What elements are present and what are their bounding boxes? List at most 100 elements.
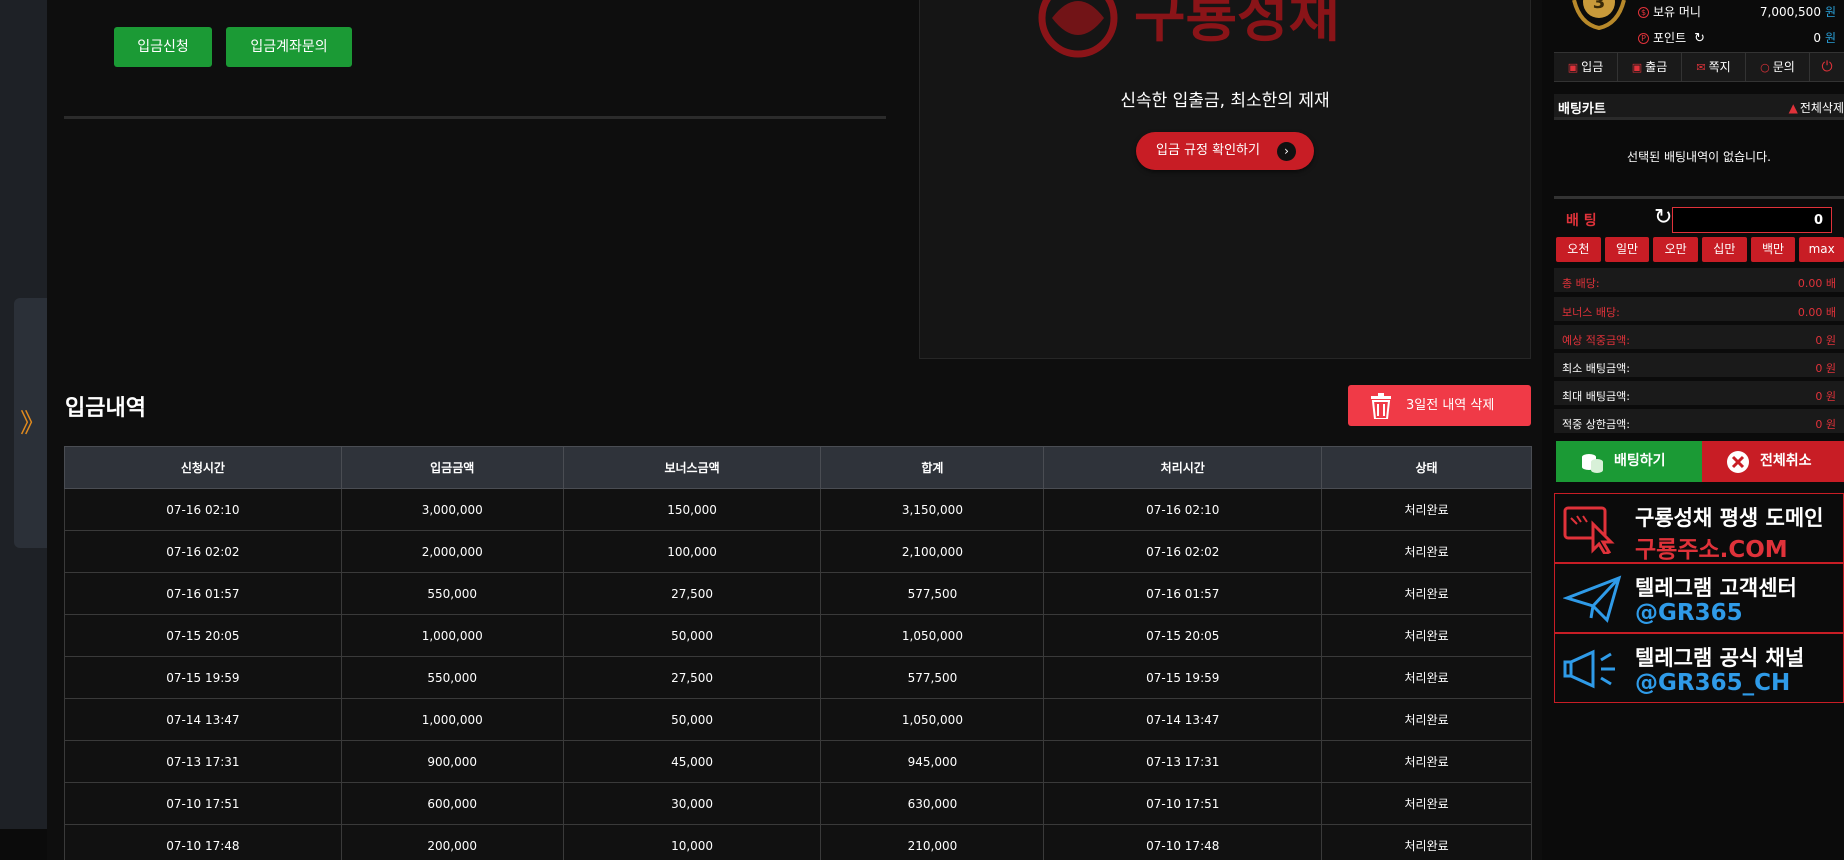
table-cell: 07-10 17:51	[64, 782, 342, 825]
delete-old-history-button[interactable]: 3일전 내역 삭제	[1348, 385, 1531, 426]
sidebar-toggle-icon[interactable]: 》	[20, 405, 46, 443]
table-cell: 50,000	[562, 698, 822, 741]
win-limit-row: 적중 상한금액: 0 원	[1554, 409, 1844, 435]
minus-icon: ▣	[1631, 61, 1643, 74]
chevron-right-icon: ›	[1277, 142, 1296, 161]
table-cell: 처리완료	[1321, 824, 1532, 860]
delete-old-history-label: 3일전 내역 삭제	[1406, 398, 1495, 413]
message-button[interactable]: ✉ 쪽지	[1682, 53, 1746, 81]
table-row: 07-16 01:57 550,000 27,500 577,500 07-16 01:…	[64, 572, 1532, 615]
quick-amount-button[interactable]: 십만	[1702, 237, 1747, 262]
min-bet-row: 최소 배팅금액: 0 원	[1554, 353, 1844, 379]
table-cell: 945,000	[820, 740, 1045, 783]
quick-amount-button[interactable]: 오만	[1653, 237, 1699, 262]
quick-amount-button[interactable]: max	[1799, 237, 1844, 262]
column-header: 보너스금액	[562, 446, 822, 489]
table-cell: 27,500	[562, 572, 822, 615]
table-cell: 1,000,000	[340, 698, 564, 741]
inquiry-button[interactable]: ○ 문의	[1746, 53, 1810, 81]
domain-link-title: 구룡성채 평생 도메인	[1635, 506, 1824, 530]
deposit-rules-label: 입금 규정 확인하기	[1156, 143, 1260, 158]
refresh-icon[interactable]: ↻	[1654, 205, 1672, 230]
megaphone-icon	[1563, 649, 1615, 689]
telegram-channel-handle: @GR365_CH	[1635, 670, 1791, 696]
bet-label: 배 팅	[1566, 213, 1597, 229]
telegram-support-banner[interactable]: 텔레그램 고객센터 @GR365	[1554, 563, 1844, 633]
table-row: 07-16 02:10 3,000,000 150,000 3,150,000 07-1…	[64, 488, 1532, 531]
divider	[64, 116, 886, 119]
bet-cart-empty-message: 선택된 배팅내역이 없습니다.	[1627, 150, 1771, 164]
table-row: 07-10 17:51 600,000 30,000 630,000 07-10 17:…	[64, 782, 1532, 825]
table-cell: 577,500	[820, 656, 1045, 699]
table-row: 07-10 17:48 200,000 10,000 210,000 07-10 17:…	[64, 824, 1532, 860]
table-cell: 3,000,000	[340, 488, 564, 531]
table-cell: 07-14 13:47	[64, 698, 342, 741]
table-cell: 07-16 02:02	[64, 530, 342, 573]
bet-amount-input[interactable]	[1672, 207, 1832, 233]
money-label: $ 보유 머니	[1638, 3, 1701, 20]
table-cell: 처리완료	[1321, 782, 1532, 825]
table-cell: 27,500	[562, 656, 822, 699]
table-cell: 630,000	[820, 782, 1045, 825]
money-value: 7,000,500 원	[1759, 5, 1836, 19]
place-bet-button[interactable]: 배팅하기	[1556, 441, 1702, 482]
deposit-button[interactable]: ▣ 입금	[1554, 53, 1618, 81]
logout-power-icon[interactable]: ⏻	[1810, 53, 1844, 81]
chat-icon: ○	[1760, 61, 1770, 74]
max-bet-row: 최대 배팅금액: 0 원	[1554, 381, 1844, 407]
bet-amount-box: 배 팅 ↻ 원	[1554, 196, 1844, 238]
account-action-bar: ▣ 입금 ▣ 출금 ✉ 쪽지 ○ 문의 ⏻	[1554, 52, 1844, 82]
table-cell: 1,000,000	[340, 614, 564, 657]
bet-cart-title: 배팅카트	[1558, 102, 1606, 117]
table-cell: 30,000	[562, 782, 822, 825]
table-cell: 50,000	[562, 614, 822, 657]
table-cell: 900,000	[340, 740, 564, 783]
trash-icon: ▲	[1788, 101, 1798, 115]
deposit-apply-button[interactable]: 입금신청	[114, 27, 212, 67]
table-row: 07-13 17:31 900,000 45,000 945,000 07-13 17:…	[64, 740, 1532, 783]
table-body: 07-16 02:10 3,000,000 150,000 3,150,000 07-1…	[64, 488, 1532, 860]
table-cell: 100,000	[562, 530, 822, 573]
column-header: 처리시간	[1043, 446, 1323, 489]
bet-cart-delete-all-button[interactable]: ▲ 전체삭제	[1789, 99, 1844, 116]
deposit-rules-button[interactable]: 입금 규정 확인하기 ›	[1136, 132, 1314, 170]
withdraw-button[interactable]: ▣ 출금	[1618, 53, 1682, 81]
domain-link-banner[interactable]: 구룡성채 평생 도메인 구룡주소.COM	[1554, 493, 1844, 563]
left-rail: 》	[0, 0, 47, 829]
quick-amount-button[interactable]: 일만	[1604, 237, 1650, 262]
place-bet-label: 배팅하기	[1614, 453, 1666, 469]
point-icon: P	[1638, 33, 1649, 44]
column-header: 상태	[1321, 446, 1532, 489]
table-cell: 200,000	[340, 824, 564, 860]
column-header: 신청시간	[64, 446, 342, 489]
quick-amount-row: 오천 일만 오만 십만 백만 max	[1556, 237, 1844, 262]
table-cell: 2,100,000	[820, 530, 1045, 573]
table-row: 07-15 19:59 550,000 27,500 577,500 07-15 19:…	[64, 656, 1532, 699]
cancel-all-button[interactable]: 전체취소	[1702, 441, 1844, 482]
right-panel: 3 $ 보유 머니 7,000,500 원 P 포인트 ↻ 0원 ▣ 입금 ▣ 출금 ✉ 쪽지…	[1542, 0, 1844, 860]
table-cell: 07-13 17:31	[64, 740, 342, 783]
level-badge-icon: 3	[1572, 0, 1626, 31]
column-header: 입금금액	[340, 446, 564, 489]
table-cell: 07-16 02:02	[1043, 530, 1323, 573]
deposit-account-inquiry-button[interactable]: 입금계좌문의	[226, 27, 352, 67]
coins-icon	[1582, 454, 1603, 473]
telegram-channel-banner[interactable]: 텔레그램 공식 채널 @GR365_CH	[1554, 633, 1844, 703]
quick-amount-button[interactable]: 백만	[1750, 237, 1796, 262]
table-cell: 07-16 02:10	[64, 488, 342, 531]
table-cell: 07-10 17:48	[64, 824, 342, 860]
envelope-icon: ✉	[1696, 61, 1706, 74]
trash-icon	[1371, 393, 1391, 419]
table-cell: 처리완료	[1321, 530, 1532, 573]
table-row: 07-14 13:47 1,000,000 50,000 1,050,000 07-14…	[64, 698, 1532, 741]
table-cell: 1,050,000	[820, 698, 1045, 741]
table-cell: 07-10 17:51	[1043, 782, 1323, 825]
refresh-icon[interactable]: ↻	[1694, 31, 1705, 46]
table-cell: 45,000	[562, 740, 822, 783]
brand-logo-text: 구룡성채	[1134, 0, 1340, 50]
quick-amount-button[interactable]: 오천	[1556, 237, 1601, 262]
cancel-all-label: 전체취소	[1760, 453, 1812, 469]
cursor-click-icon	[1563, 506, 1615, 554]
table-cell: 07-10 17:48	[1043, 824, 1323, 860]
table-cell: 07-16 01:57	[1043, 572, 1323, 615]
